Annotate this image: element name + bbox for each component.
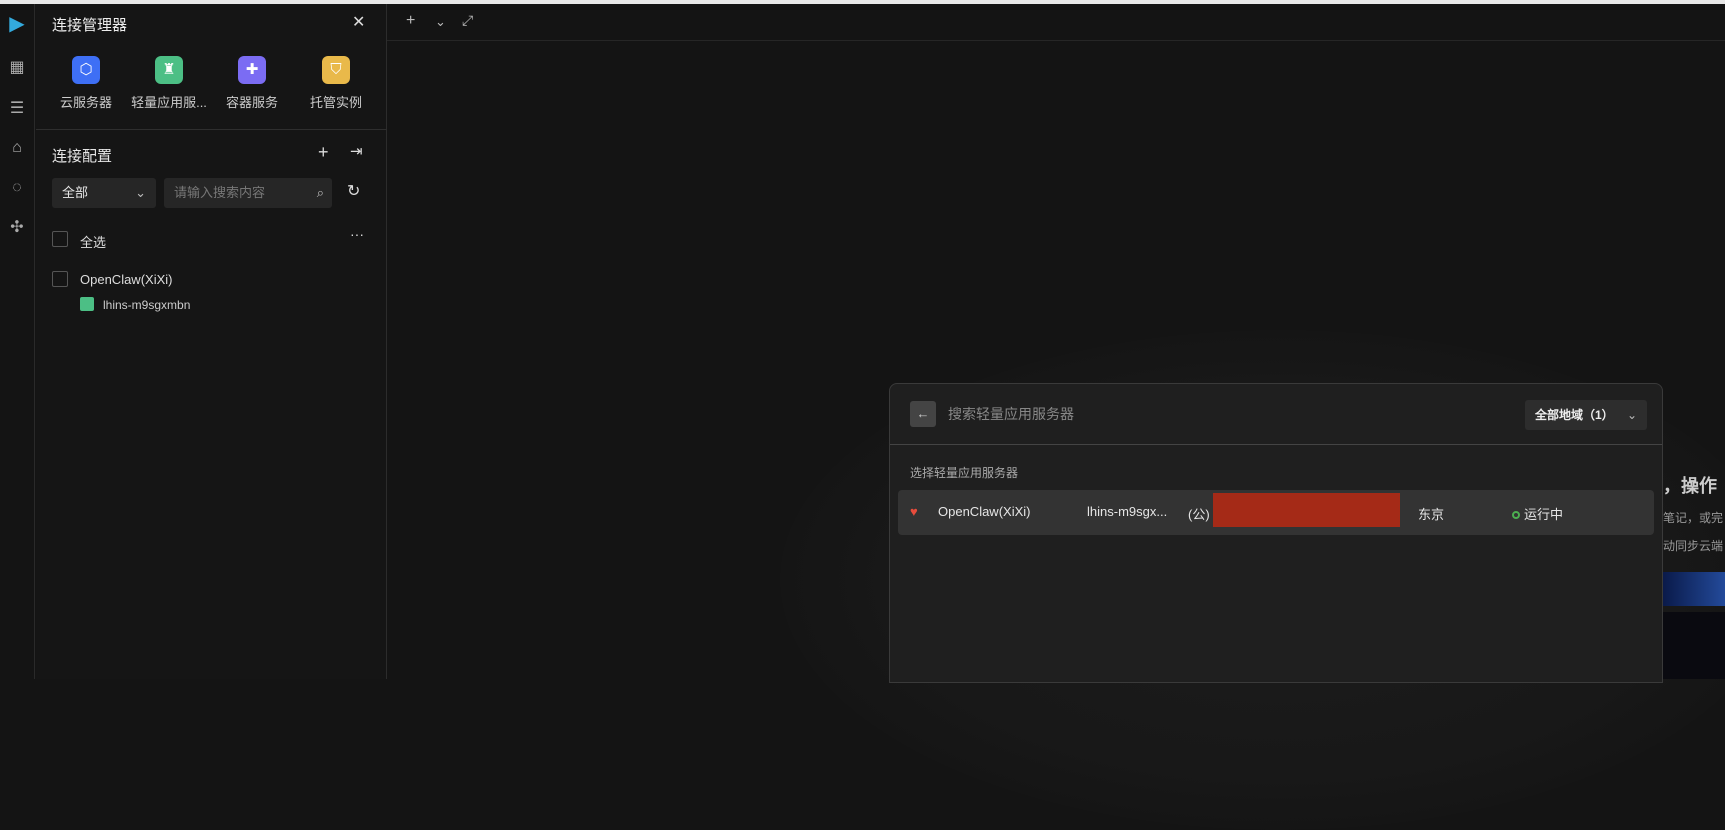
- modal-header: ← 搜索轻量应用服务器 全部地域（1） ⌄: [890, 384, 1662, 445]
- group-checkbox[interactable]: [52, 271, 68, 287]
- connection-manager-panel: 连接管理器 ✕ ⬡ 云服务器 ♜ 轻量应用服... ✚ 容器服务 ⛉ 托管实例 连接配置…: [36, 4, 387, 679]
- search-icon: ⌕: [316, 185, 324, 200]
- server-id: lhins-m9sgx...: [1087, 504, 1168, 519]
- status-running-icon: [1512, 511, 1520, 519]
- back-button[interactable]: ←: [910, 401, 936, 427]
- section-title: 连接配置: [52, 148, 113, 165]
- fullscreen-icon[interactable]: ⤢: [462, 12, 473, 29]
- tab-toolbar: + ⌄ ⤢: [387, 4, 1725, 41]
- network-icon[interactable]: ◌: [7, 178, 27, 198]
- server-search-input[interactable]: 搜索轻量应用服务器: [948, 404, 1074, 424]
- background-heading: ，操作: [1663, 476, 1717, 496]
- service-label: 容器服务: [225, 95, 278, 110]
- app-logo-icon: ▶: [9, 13, 25, 35]
- service-label: 托管实例: [309, 95, 362, 110]
- divider: [36, 129, 387, 130]
- redacted-ip: [1213, 493, 1400, 527]
- cloud-drive-icon[interactable]: ⌂: [7, 138, 27, 158]
- cloud-server-icon: ⬡: [72, 56, 100, 84]
- service-cloud-server[interactable]: ⬡ 云服务器: [44, 56, 128, 111]
- server-name: OpenClaw(XiXi): [938, 504, 1031, 519]
- lobster-icon: ♥: [910, 504, 918, 519]
- server-list-icon[interactable]: ☰: [7, 99, 27, 119]
- region-select[interactable]: 全部地域（1） ⌄: [1525, 400, 1647, 430]
- background-preview: [1663, 612, 1725, 679]
- chevron-down-icon: ⌄: [135, 185, 146, 200]
- service-managed-instance[interactable]: ⛉ 托管实例: [294, 56, 378, 111]
- service-label: 云服务器: [59, 95, 112, 110]
- select-all-checkbox[interactable]: [52, 231, 68, 247]
- lighthouse-icon: ♜: [155, 56, 183, 84]
- instance-item[interactable]: lhins-m9sgxmbn: [103, 298, 190, 312]
- refresh-icon[interactable]: ↻: [347, 181, 360, 201]
- filter-value: 全部: [62, 185, 89, 200]
- activity-rail: ▶ ▦ ☰ ⌂ ◌ ✣: [0, 4, 35, 679]
- search-input[interactable]: 请输入搜索内容 ⌕: [164, 178, 332, 208]
- background-banner: [1663, 572, 1725, 606]
- chevron-down-icon: ⌄: [1626, 408, 1637, 422]
- more-icon[interactable]: ···: [350, 226, 364, 242]
- new-tab-icon[interactable]: +: [406, 12, 415, 30]
- lighthouse-icon: [80, 297, 94, 311]
- close-icon[interactable]: ✕: [352, 12, 365, 32]
- server-status: 运行中: [1512, 504, 1563, 523]
- server-picker-modal: ← 搜索轻量应用服务器 全部地域（1） ⌄ 选择轻量应用服务器 ♥ OpenCla…: [889, 383, 1663, 683]
- service-container[interactable]: ✚ 容器服务: [210, 56, 294, 111]
- import-icon[interactable]: ⇥: [350, 142, 363, 160]
- group-name[interactable]: OpenClaw(XiXi): [80, 272, 172, 287]
- select-all-label: 全选: [80, 235, 107, 250]
- container-icon: ✚: [238, 56, 266, 84]
- chevron-down-icon[interactable]: ⌄: [435, 14, 446, 30]
- service-lighthouse[interactable]: ♜ 轻量应用服...: [127, 56, 211, 111]
- filter-select[interactable]: 全部 ⌄: [52, 178, 156, 208]
- add-connection-button[interactable]: +: [318, 142, 329, 163]
- search-placeholder: 请输入搜索内容: [174, 185, 266, 200]
- region-value: 全部地域（1）: [1535, 408, 1614, 422]
- service-label: 轻量应用服...: [131, 95, 207, 110]
- server-region: 东京: [1418, 507, 1445, 522]
- managed-instance-icon: ⛉: [322, 56, 350, 84]
- apps-grid-icon[interactable]: ▦: [7, 58, 27, 78]
- panel-title: 连接管理器: [52, 17, 128, 34]
- server-row[interactable]: ♥ OpenClaw(XiXi) lhins-m9sgx... (公) 4 东京…: [898, 490, 1654, 535]
- background-text: 动同步云端: [1663, 539, 1724, 553]
- section-label: 选择轻量应用服务器: [910, 466, 1019, 480]
- status-text: 运行中: [1524, 507, 1564, 522]
- plugin-icon[interactable]: ✣: [7, 218, 27, 238]
- background-text: 笔记，或完: [1663, 511, 1724, 525]
